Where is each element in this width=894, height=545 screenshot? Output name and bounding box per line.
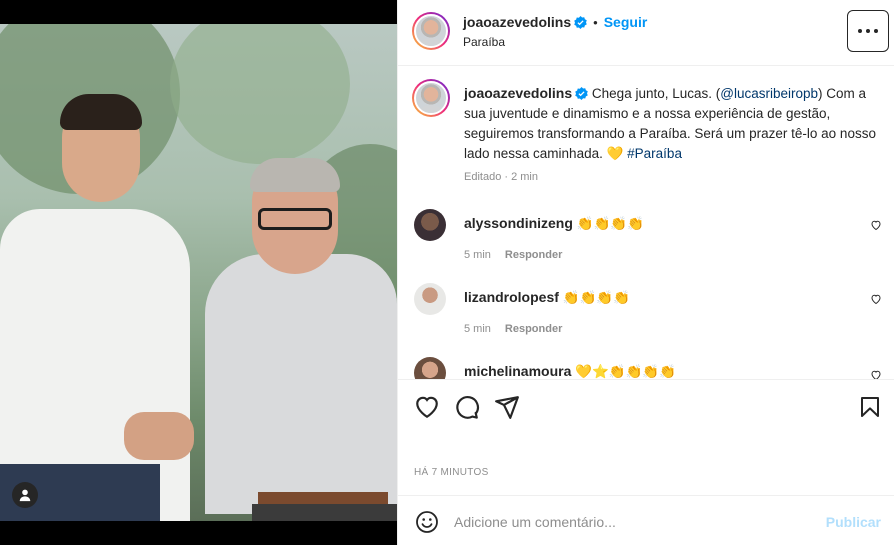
post-timestamp[interactable]: HÁ 7 MINUTOS <box>414 467 489 478</box>
caption-body: Chega junto, Lucas. ( <box>591 86 721 101</box>
post-header: joaoazevedolins • Seguir Paraíba <box>398 0 894 66</box>
commenter-avatar[interactable] <box>414 283 446 315</box>
comment-time[interactable]: 5 min <box>464 323 491 335</box>
comment-time[interactable]: 5 min <box>464 249 491 261</box>
heart-small-icon[interactable] <box>870 293 882 305</box>
comment-input[interactable]: Adicione um comentário... <box>454 514 616 530</box>
add-comment-bar: Adicione um comentário... Publicar <box>398 495 894 545</box>
comment-text: 👏👏👏👏 <box>576 216 644 231</box>
author-avatar[interactable] <box>412 12 450 50</box>
separator-dot: • <box>593 15 598 30</box>
caption-text: joaoazevedolins Chega junto, Lucas. (@lu… <box>464 83 884 164</box>
comments-list[interactable]: joaoazevedolins Chega junto, Lucas. (@lu… <box>398 67 894 379</box>
more-options-icon[interactable] <box>847 10 889 52</box>
verified-icon <box>574 16 587 29</box>
comment-meta: 5 min Responder <box>464 323 562 335</box>
user-tag-icon[interactable] <box>12 482 38 508</box>
comment-icon[interactable] <box>454 394 480 420</box>
comment-item: michelinamoura 💛⭐👏👏👏👏 <box>412 357 882 379</box>
comment-item: alyssondinizeng 👏👏👏👏 5 min Responder <box>412 209 882 279</box>
commenter-avatar[interactable] <box>414 357 446 379</box>
post-photo[interactable] <box>0 24 397 521</box>
like-icon[interactable] <box>414 394 440 420</box>
commenter-handle[interactable]: lizandrolopesf <box>464 289 559 305</box>
share-icon[interactable] <box>494 394 520 420</box>
comment-body: alyssondinizeng 👏👏👏👏 <box>464 215 644 232</box>
caption-mention-link[interactable]: @lucasribeiropb <box>720 86 818 101</box>
reply-button[interactable]: Responder <box>505 249 562 261</box>
comment-text: 👏👏👏👏 <box>562 290 630 305</box>
comment-meta: 5 min Responder <box>464 249 562 261</box>
reply-button[interactable]: Responder <box>505 323 562 335</box>
post-photo-frame <box>0 0 397 545</box>
comment-item: lizandrolopesf 👏👏👏👏 5 min Responder <box>412 283 882 353</box>
comment-text: 💛⭐👏👏👏👏 <box>575 364 676 379</box>
post-side-panel: joaoazevedolins • Seguir Paraíba joaoazeve… <box>397 0 894 545</box>
verified-icon <box>575 87 588 100</box>
commenter-handle[interactable]: alyssondinizeng <box>464 215 573 231</box>
caption-author-avatar[interactable] <box>412 79 450 117</box>
save-icon[interactable] <box>858 394 882 420</box>
author-handle[interactable]: joaoazevedolins <box>463 14 571 30</box>
publish-button[interactable]: Publicar <box>826 514 881 530</box>
emoji-icon[interactable] <box>415 510 439 534</box>
comment-body: michelinamoura 💛⭐👏👏👏👏 <box>464 363 676 379</box>
caption-meta: Editado · 2 min <box>464 171 538 183</box>
post-actions <box>398 379 894 433</box>
heart-small-icon[interactable] <box>870 369 882 379</box>
caption-hashtag-link[interactable]: #Paraíba <box>627 146 682 161</box>
commenter-handle[interactable]: michelinamoura <box>464 363 571 379</box>
heart-small-icon[interactable] <box>870 219 882 231</box>
caption-author-handle[interactable]: joaoazevedolins <box>464 85 572 101</box>
follow-button[interactable]: Seguir <box>604 14 648 30</box>
commenter-avatar[interactable] <box>414 209 446 241</box>
post-location[interactable]: Paraíba <box>463 35 505 49</box>
comment-body: lizandrolopesf 👏👏👏👏 <box>464 289 630 306</box>
